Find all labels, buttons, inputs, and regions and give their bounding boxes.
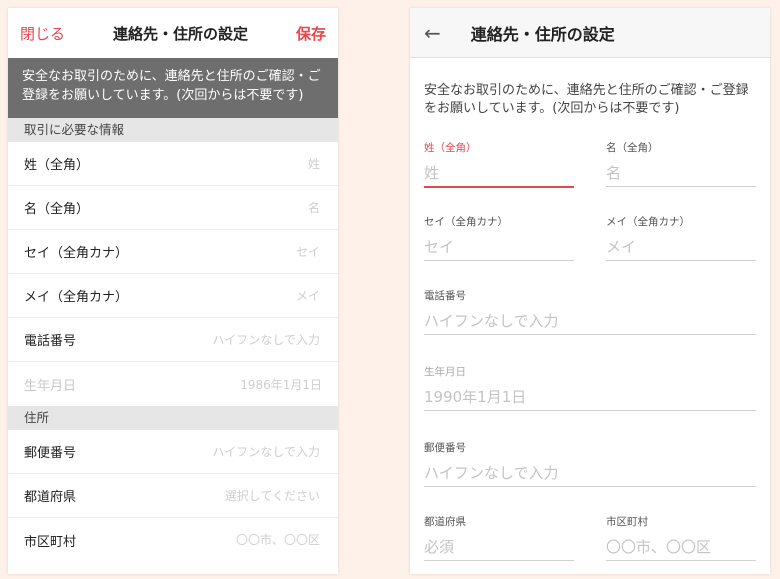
row-first-name[interactable]: 名（全角）	[8, 186, 338, 230]
row-first-kana[interactable]: メイ（全角カナ）	[8, 274, 338, 318]
phone-label: 電話番号	[24, 334, 77, 349]
first-name-field: 名（全角）	[606, 140, 756, 188]
city-label: 市区町村	[24, 534, 77, 550]
last-name-label: 姓（全角）	[24, 158, 90, 173]
birthday-label: 生年月日	[424, 366, 466, 378]
row-last-kana[interactable]: セイ（全角カナ）	[8, 230, 338, 274]
birthday-label: 生年月日	[24, 378, 77, 394]
prefecture-label: 都道府県	[24, 490, 77, 505]
first-kana-input[interactable]	[606, 232, 756, 261]
kana-row: セイ（全角カナ） メイ（全角カナ）	[424, 214, 756, 261]
phone-input[interactable]	[148, 331, 322, 348]
prefecture-field: 都道府県	[424, 514, 574, 561]
city-input[interactable]	[606, 532, 756, 561]
last-name-input[interactable]	[424, 158, 574, 188]
required-info-list: 姓（全角） 名（全角） セイ（全角カナ） メイ（全角カナ） 電話番号 生年月日 …	[8, 142, 338, 406]
save-button[interactable]: 保存	[296, 23, 326, 44]
last-kana-input[interactable]	[148, 243, 322, 260]
last-name-label: 姓（全角）	[424, 142, 477, 154]
birthday-row: 生年月日	[424, 364, 756, 411]
birthday-value: 1986年1月1日	[240, 377, 322, 392]
first-name-label: 名（全角）	[606, 142, 659, 154]
prefecture-input[interactable]	[424, 532, 574, 561]
page-title: 連絡先・住所の設定	[112, 24, 248, 43]
first-kana-label: メイ（全角カナ）	[24, 290, 129, 305]
postal-code-input[interactable]	[148, 443, 322, 460]
prefecture-select[interactable]	[148, 487, 322, 504]
postal-code-label: 郵便番号	[424, 442, 466, 454]
first-kana-field: メイ（全角カナ）	[606, 214, 756, 261]
ios-settings-panel: 閉じる 連絡先・住所の設定 保存 安全なお取引のために、連絡先と住所のご確認・ご…	[8, 8, 338, 574]
last-kana-input[interactable]	[424, 232, 574, 261]
postal-code-label: 郵便番号	[24, 446, 77, 461]
postal-row: 郵便番号	[424, 440, 756, 487]
last-name-input[interactable]	[148, 155, 322, 172]
row-last-name[interactable]: 姓（全角）	[8, 142, 338, 186]
phone-row: 電話番号	[424, 288, 756, 335]
first-name-input[interactable]	[148, 199, 322, 216]
row-phone[interactable]: 電話番号	[8, 318, 338, 362]
row-postal-code[interactable]: 郵便番号	[8, 430, 338, 474]
last-kana-field: セイ（全角カナ）	[424, 214, 574, 261]
page-title: 連絡先・住所の設定	[470, 24, 615, 44]
name-row: 姓（全角） 名（全角）	[424, 140, 756, 188]
back-arrow-icon[interactable]: ←	[424, 21, 441, 45]
first-kana-input[interactable]	[148, 287, 322, 304]
close-button[interactable]: 閉じる	[20, 23, 65, 44]
last-kana-label: セイ（全角カナ）	[424, 216, 508, 228]
address-list: 郵便番号 都道府県 市区町村	[8, 430, 338, 562]
phone-label: 電話番号	[424, 290, 466, 302]
notice-text: 安全なお取引のために、連絡先と住所のご確認・ご登録をお願いしています。(次回から…	[424, 83, 749, 116]
phone-input[interactable]	[424, 306, 756, 335]
last-kana-label: セイ（全角カナ）	[24, 246, 129, 261]
app-bar: ← 連絡先・住所の設定	[410, 8, 770, 58]
prefecture-label: 都道府県	[424, 516, 466, 528]
last-name-field: 姓（全角）	[424, 140, 574, 188]
birthday-field: 生年月日	[424, 364, 756, 411]
ios-nav-bar: 閉じる 連絡先・住所の設定 保存	[8, 8, 338, 58]
address-row: 都道府県 市区町村	[424, 514, 756, 561]
postal-code-field: 郵便番号	[424, 440, 756, 487]
postal-code-input[interactable]	[424, 458, 756, 487]
notice-banner: 安全なお取引のために、連絡先と住所のご確認・ご登録をお願いしています。(次回から…	[8, 58, 338, 118]
row-city[interactable]: 市区町村	[8, 518, 338, 562]
first-name-label: 名（全角）	[24, 202, 90, 217]
city-input[interactable]	[148, 532, 322, 548]
city-field: 市区町村	[606, 514, 756, 561]
section-header-required: 取引に必要な情報	[8, 118, 338, 142]
row-birthday: 生年月日 1986年1月1日	[8, 362, 338, 406]
android-settings-panel: ← 連絡先・住所の設定 安全なお取引のために、連絡先と住所のご確認・ご登録をお願…	[410, 8, 770, 574]
row-prefecture[interactable]: 都道府県	[8, 474, 338, 518]
section-header-address: 住所	[8, 406, 338, 430]
birthday-input[interactable]	[424, 382, 756, 411]
phone-field: 電話番号	[424, 288, 756, 335]
city-label: 市区町村	[606, 516, 648, 528]
first-name-input[interactable]	[606, 158, 756, 187]
first-kana-label: メイ（全角カナ）	[606, 216, 690, 228]
